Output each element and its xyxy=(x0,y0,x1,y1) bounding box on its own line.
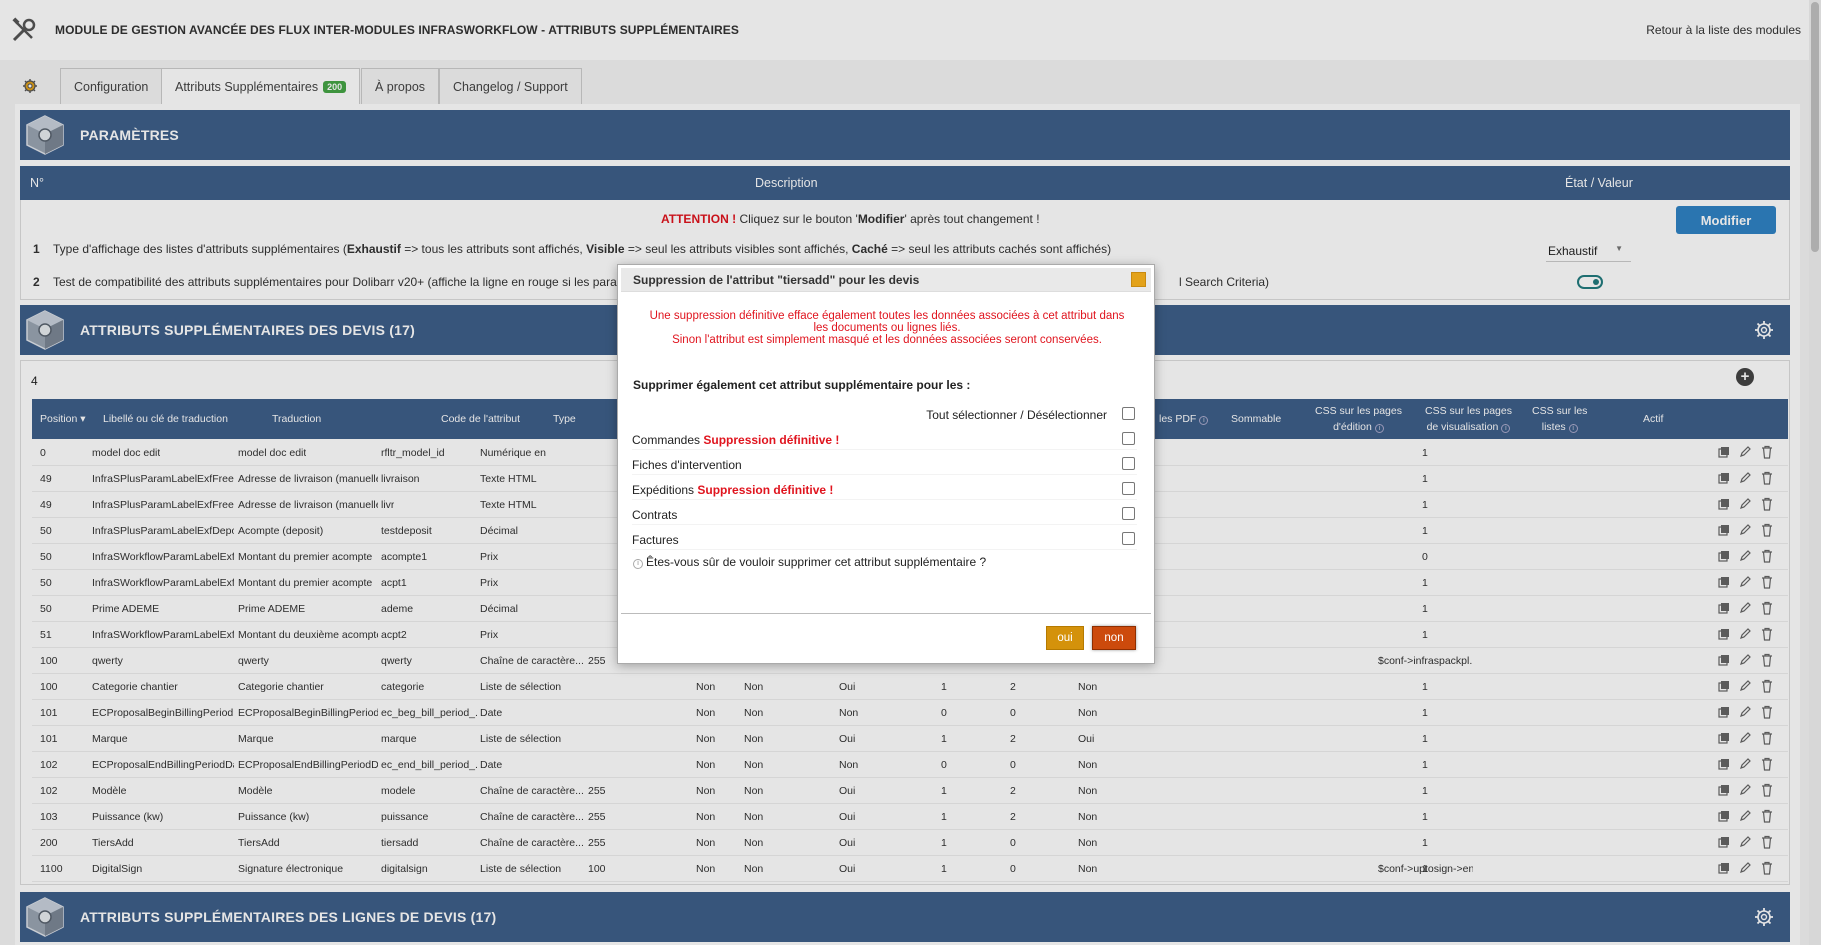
delete-attribute-dialog: Suppression de l'attribut "tiersadd" pou… xyxy=(617,264,1155,664)
dialog-separator xyxy=(621,613,1151,614)
warning-line: Sinon l'attribut est simplement masqué e… xyxy=(672,334,1102,346)
select-all-label: Tout sélectionner / Désélectionner xyxy=(926,408,1107,422)
dialog-title: Suppression de l'attribut "tiersadd" pou… xyxy=(633,273,920,287)
commandes-checkbox[interactable] xyxy=(1122,432,1135,445)
option-name: Expéditions xyxy=(632,483,695,497)
option-label: Expéditions Suppression définitive ! xyxy=(632,483,833,497)
warning-line: les documents ou lignes liés. xyxy=(813,322,961,334)
dialog-confirm-text: i Êtes-vous sûr de vouloir supprimer cet … xyxy=(633,555,986,569)
option-flag: Suppression définitive ! xyxy=(697,483,834,497)
option-row-expeditions: Expéditions Suppression définitive ! xyxy=(632,480,1137,500)
option-label: Commandes Suppression définitive ! xyxy=(632,433,839,447)
dialog-titlebar: Suppression de l'attribut "tiersadd" pou… xyxy=(621,268,1151,292)
option-name: Commandes xyxy=(632,433,701,447)
info-icon: i xyxy=(633,559,643,569)
no-button[interactable]: non xyxy=(1092,626,1136,650)
option-name: Contrats xyxy=(632,508,678,522)
option-name: Fiches d'intervention xyxy=(632,458,742,472)
dialog-question: Supprimer également cet attribut supplém… xyxy=(633,378,971,392)
option-label: Fiches d'intervention xyxy=(632,458,742,472)
factures-checkbox[interactable] xyxy=(1122,532,1135,545)
fiches-intervention-checkbox[interactable] xyxy=(1122,457,1135,470)
option-row-commandes: Commandes Suppression définitive ! xyxy=(632,430,1137,450)
option-flag: Suppression définitive ! xyxy=(703,433,840,447)
yes-button[interactable]: oui xyxy=(1046,626,1084,650)
expeditions-checkbox[interactable] xyxy=(1122,482,1135,495)
select-all-row: Tout sélectionner / Désélectionner xyxy=(632,405,1137,425)
confirm-text: Êtes-vous sûr de vouloir supprimer cet a… xyxy=(646,555,987,569)
option-row-factures: Factures xyxy=(632,530,1137,550)
option-row-contrats: Contrats xyxy=(632,505,1137,525)
select-all-checkbox[interactable] xyxy=(1122,407,1135,420)
warning-line: Une suppression définitive efface égalem… xyxy=(649,310,1125,322)
contrats-checkbox[interactable] xyxy=(1122,507,1135,520)
option-label: Factures xyxy=(632,533,679,547)
option-row-fiches: Fiches d'intervention xyxy=(632,455,1137,475)
option-name: Factures xyxy=(632,533,679,547)
dialog-warning: Une suppression définitive efface égalem… xyxy=(628,310,1146,346)
option-label: Contrats xyxy=(632,508,677,522)
close-icon[interactable] xyxy=(1131,272,1146,287)
